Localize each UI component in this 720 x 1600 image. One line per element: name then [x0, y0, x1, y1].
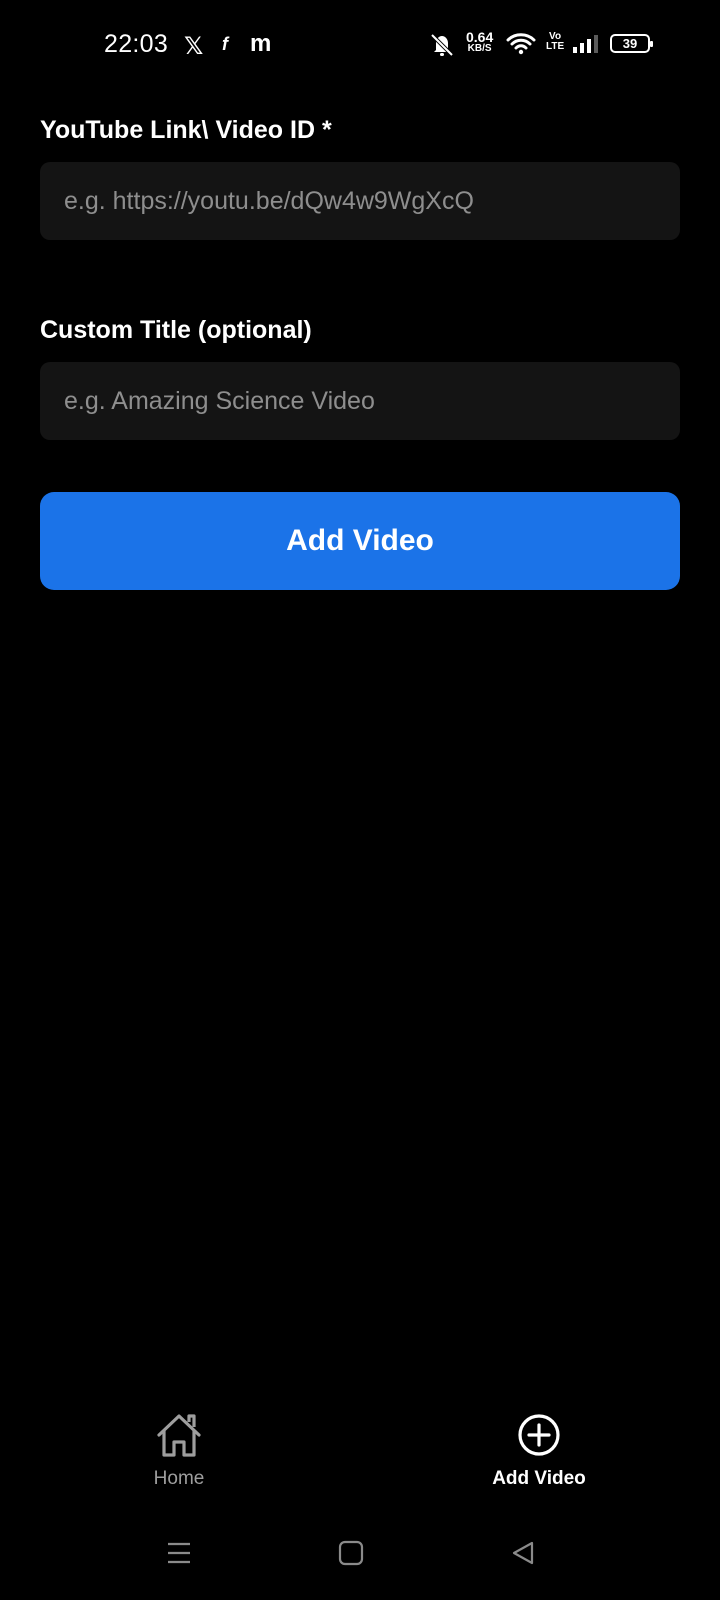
bottom-nav: Home Add Video: [0, 1410, 720, 1520]
add-circle-icon: [439, 1410, 639, 1460]
custom-title-label: Custom Title (optional): [40, 316, 312, 344]
nav-item-add-video[interactable]: Add Video: [439, 1410, 639, 1490]
home-icon: [79, 1410, 279, 1460]
custom-title-input[interactable]: [40, 362, 680, 440]
youtube-link-label: YouTube Link\ Video ID *: [40, 116, 332, 144]
f-icon: f: [222, 34, 228, 54]
x-icon: 𝕏: [184, 33, 204, 60]
back-triangle-icon[interactable]: [510, 1540, 536, 1571]
battery-icon: 39: [610, 34, 653, 53]
home-square-icon[interactable]: [338, 1540, 364, 1571]
m-icon: m: [250, 30, 272, 57]
nav-item-home[interactable]: Home: [79, 1410, 279, 1490]
add-video-button[interactable]: Add Video: [40, 492, 680, 590]
wifi-icon: [506, 32, 536, 61]
status-time: 22:03: [104, 30, 169, 58]
youtube-link-input[interactable]: [40, 162, 680, 240]
system-nav-bar: [0, 1530, 720, 1580]
nav-label-home: Home: [153, 1468, 205, 1489]
net-speed: 0.64 KB/S: [466, 29, 494, 54]
status-bar: 22:03 𝕏 f m 0.64 KB/S Vo LTE 39: [0, 0, 720, 92]
menu-icon[interactable]: [166, 1540, 192, 1571]
mute-icon: [428, 32, 456, 63]
signal-icon: [572, 34, 600, 59]
volte-icon: Vo LTE: [546, 31, 565, 52]
nav-label-add-video: Add Video: [492, 1468, 586, 1489]
